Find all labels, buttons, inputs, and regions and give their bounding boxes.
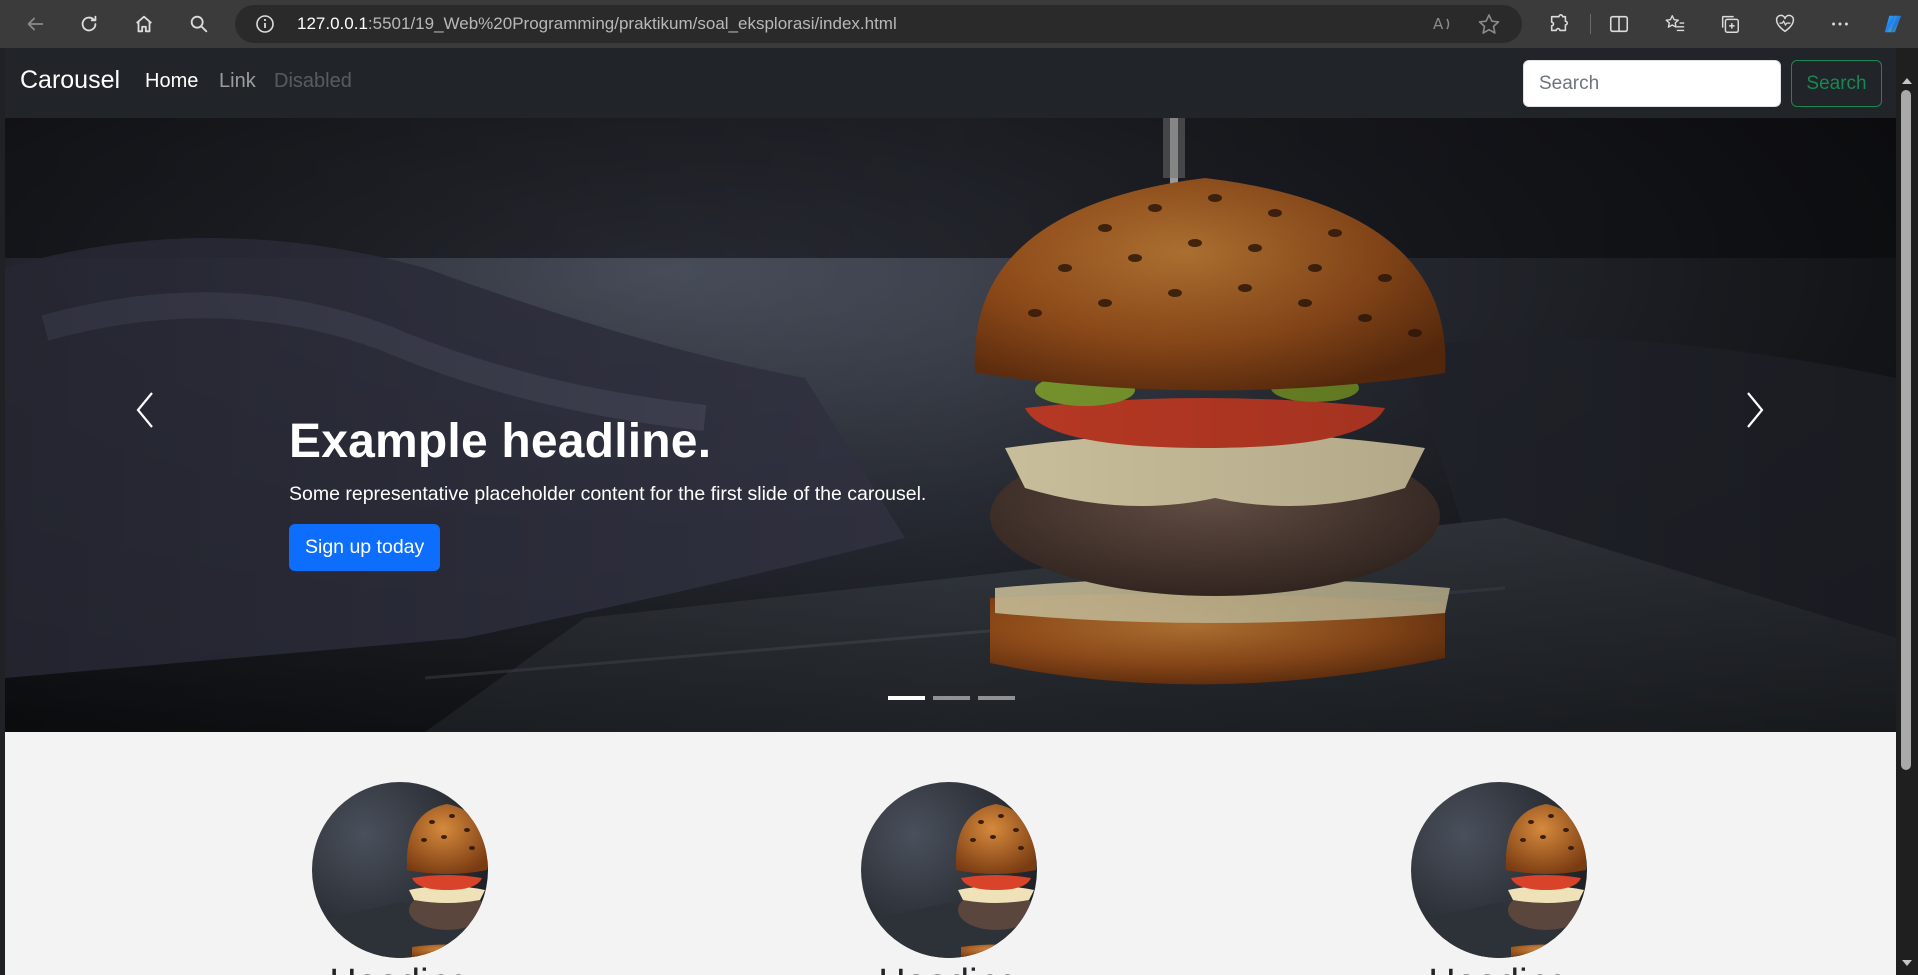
puzzle-icon: [1550, 14, 1569, 32]
carousel-indicator-2[interactable]: [933, 696, 970, 700]
search-page-button[interactable]: [182, 8, 216, 40]
split-screen-icon: [1609, 15, 1629, 33]
address-bar[interactable]: 127.0.0.1:5501/19_Web%20Programming/prak…: [235, 5, 1522, 43]
home-icon: [136, 15, 152, 33]
page-viewport: Carousel Home Link Disabled Search Searc…: [5, 48, 1896, 975]
site-navbar: Carousel Home Link Disabled Search: [5, 48, 1896, 118]
copilot-icon: [1884, 15, 1902, 33]
hero-carousel: Example headline. Some representative pl…: [5, 118, 1896, 732]
feature-column-2: Heading: [861, 782, 1037, 975]
scroll-up-arrow[interactable]: [1902, 78, 1912, 84]
copilot-button[interactable]: [1879, 10, 1907, 38]
vertical-scrollbar[interactable]: [1896, 48, 1918, 975]
url-text[interactable]: 127.0.0.1:5501/19_Web%20Programming/prak…: [297, 14, 897, 34]
scrollbar-thumb[interactable]: [1901, 90, 1911, 770]
search-button[interactable]: Search: [1791, 60, 1882, 107]
carousel-indicator-3[interactable]: [978, 696, 1015, 700]
scroll-down-arrow[interactable]: [1902, 960, 1912, 966]
favorites-list-icon: [1665, 15, 1685, 32]
home-button[interactable]: [127, 8, 161, 40]
collections-button[interactable]: [1716, 10, 1744, 38]
nav-link-link[interactable]: Link: [219, 70, 256, 93]
read-aloud-icon[interactable]: A: [1431, 13, 1455, 35]
ellipsis-icon: [1832, 22, 1848, 26]
browser-toolbar: 127.0.0.1:5501/19_Web%20Programming/prak…: [0, 0, 1918, 48]
feature-heading: Heading: [1411, 962, 1587, 975]
heart-pulse-icon: [1775, 14, 1795, 33]
back-arrow-icon: [27, 17, 44, 31]
carousel-next-button[interactable]: [1725, 350, 1785, 470]
marketing-section: Heading Heading Heading: [5, 732, 1896, 975]
feature-column-1: Heading: [312, 782, 488, 975]
chevron-left-icon: [136, 392, 153, 428]
carousel-prev-button[interactable]: [115, 350, 175, 470]
feature-heading: Heading: [312, 962, 488, 975]
feature-column-3: Heading: [1411, 782, 1587, 975]
feature-avatar-image: [1411, 782, 1587, 958]
toolbar-divider: [1590, 14, 1591, 34]
carousel-headline: Example headline.: [289, 415, 712, 468]
favorite-star-icon[interactable]: [1477, 13, 1501, 35]
nav-link-disabled: Disabled: [274, 70, 352, 92]
more-menu-button[interactable]: [1826, 10, 1854, 38]
refresh-button[interactable]: [72, 8, 106, 40]
chevron-right-icon: [1747, 392, 1764, 428]
search-input[interactable]: [1523, 60, 1781, 107]
split-screen-button[interactable]: [1605, 10, 1633, 38]
magnifier-icon: [190, 15, 208, 33]
feature-avatar-image: [312, 782, 488, 958]
carousel-indicators: [888, 696, 1015, 700]
collections-icon: [1721, 15, 1739, 33]
navbar-brand[interactable]: Carousel: [20, 66, 120, 95]
refresh-icon: [81, 15, 97, 32]
site-info-icon[interactable]: [255, 14, 275, 34]
back-button[interactable]: [18, 8, 52, 40]
extensions-button[interactable]: [1545, 10, 1573, 38]
nav-link-home[interactable]: Home: [145, 70, 198, 93]
carousel-indicator-1[interactable]: [888, 696, 925, 700]
carousel-caption: Example headline. Some representative pl…: [289, 414, 926, 571]
feature-avatar-image: [861, 782, 1037, 958]
feature-heading: Heading: [861, 962, 1037, 975]
browser-essentials-button[interactable]: [1771, 10, 1799, 38]
svg-text:A: A: [1433, 15, 1444, 33]
favorites-button[interactable]: [1661, 10, 1689, 38]
carousel-text: Some representative placeholder content …: [289, 483, 927, 505]
sign-up-button[interactable]: Sign up today: [289, 524, 441, 571]
